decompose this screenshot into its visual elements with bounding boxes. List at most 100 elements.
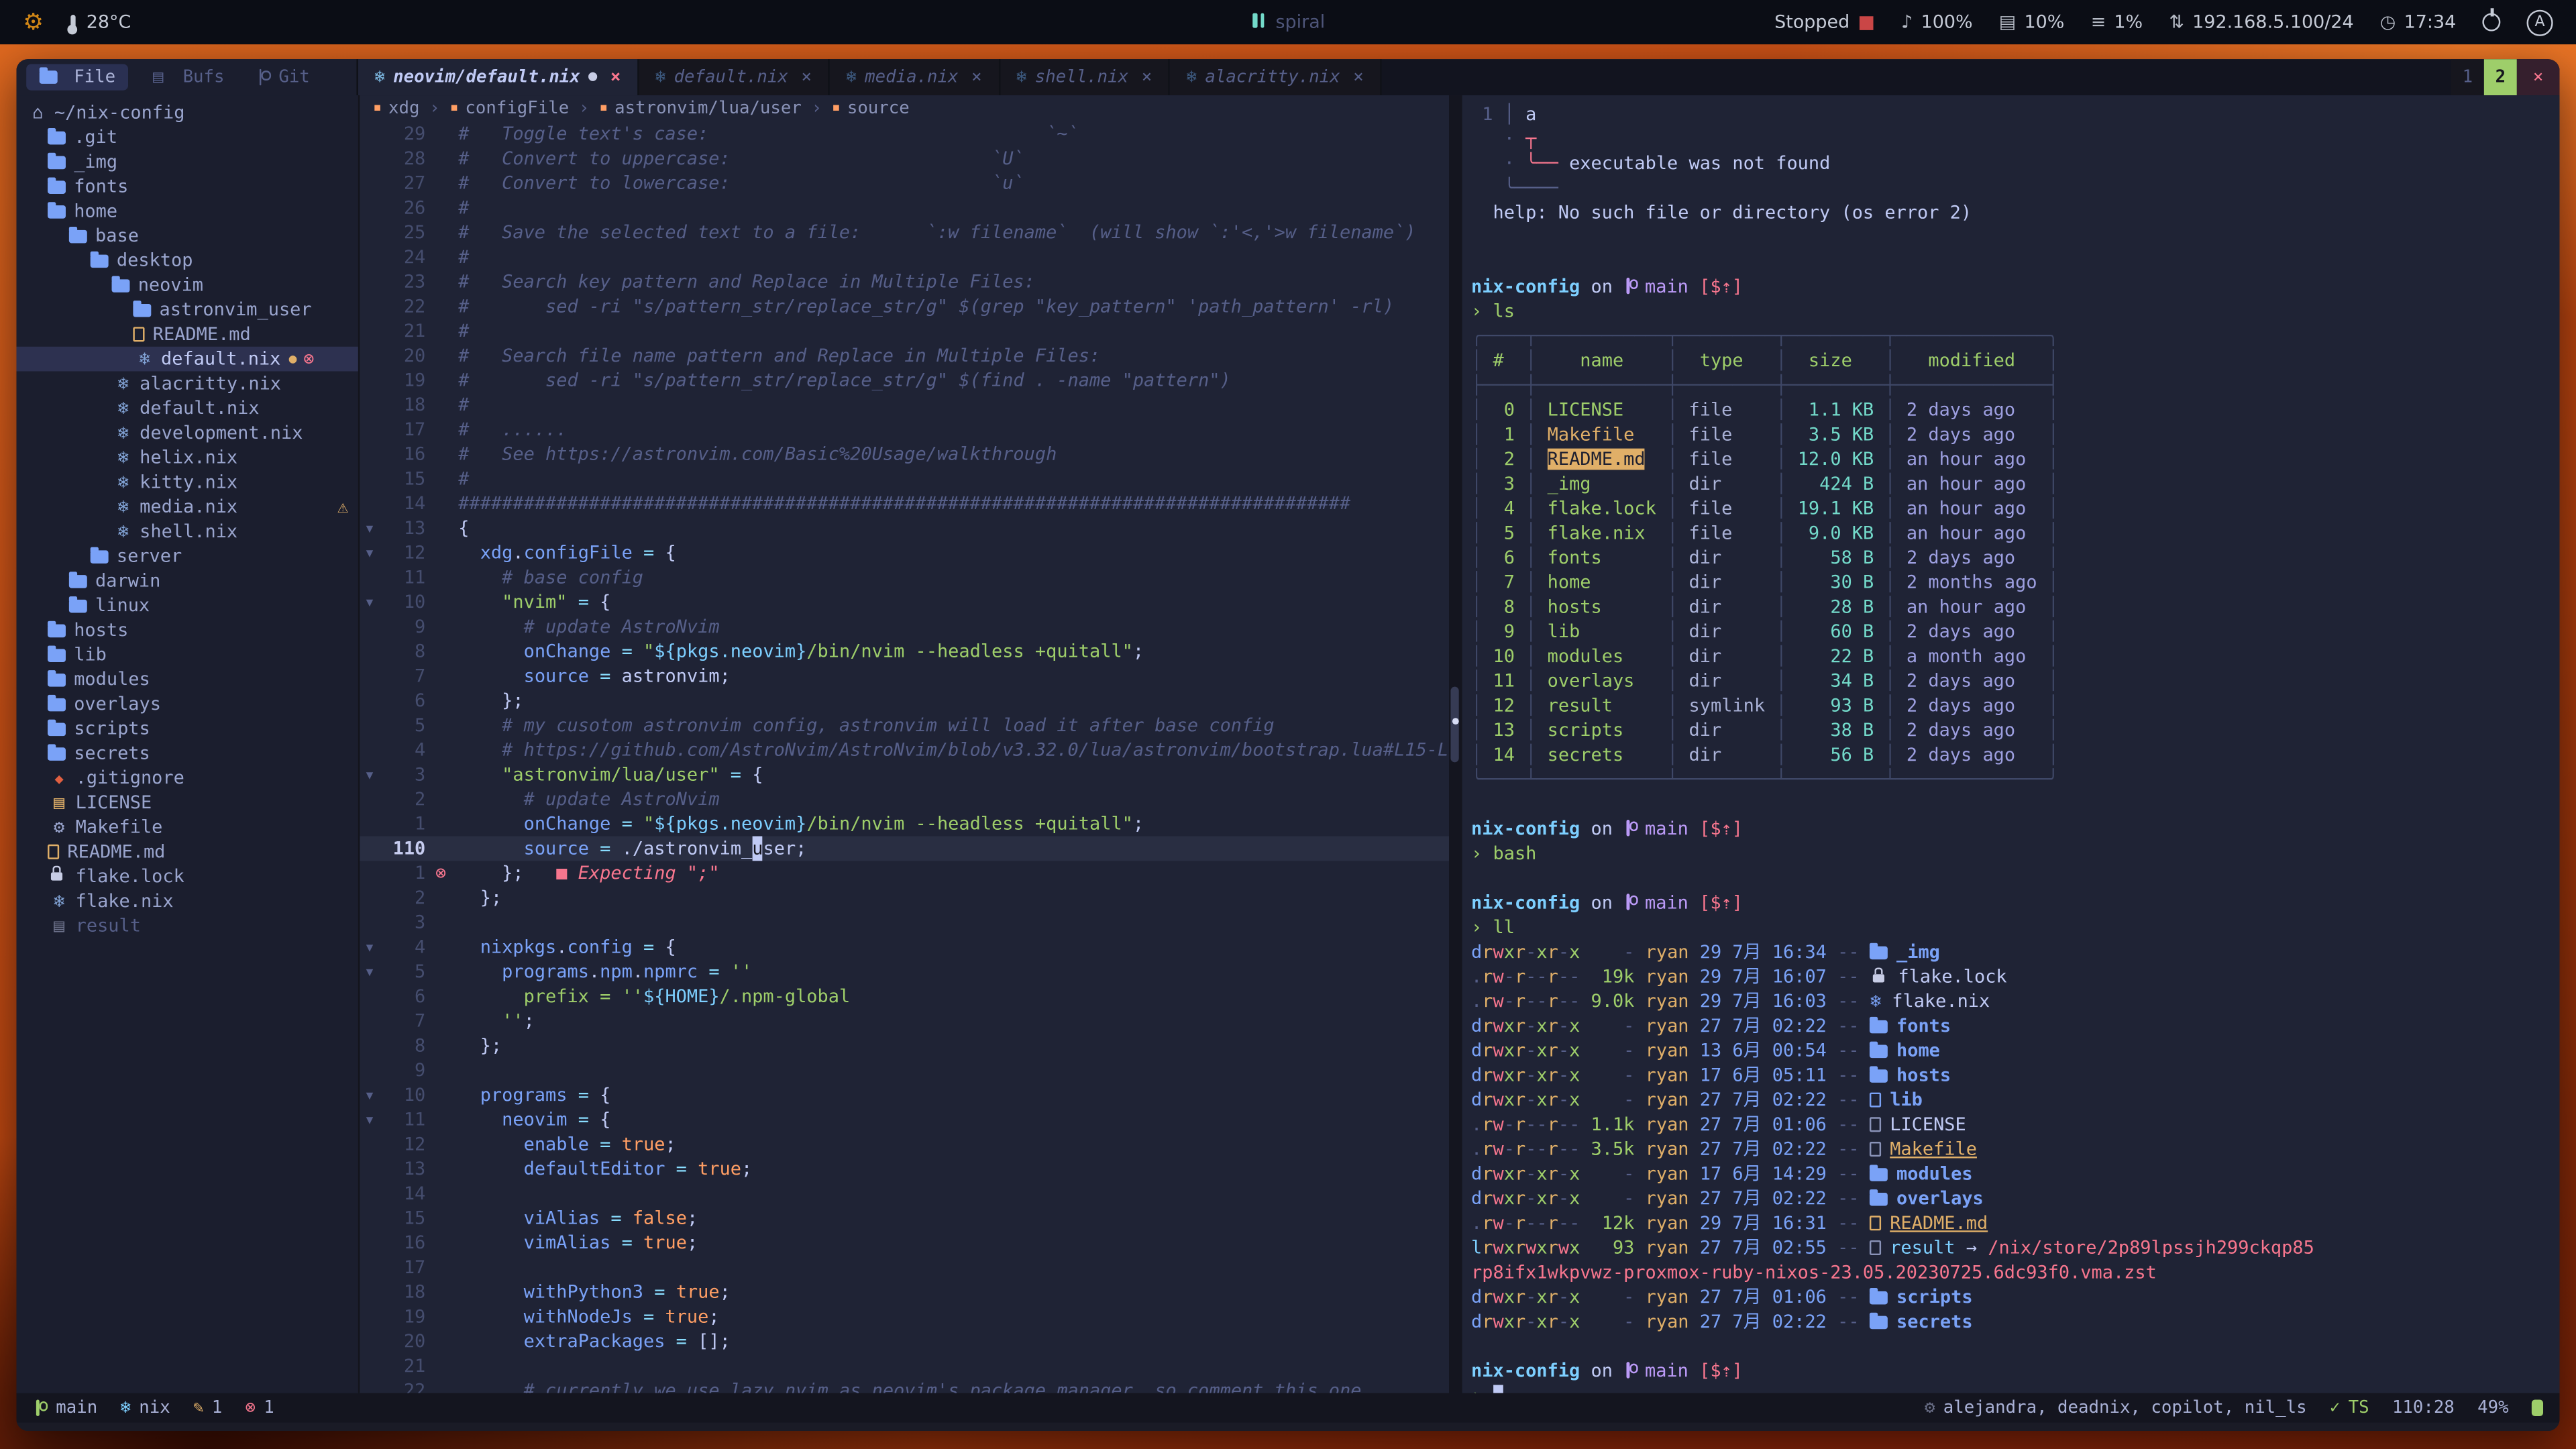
editor-line[interactable]: 14: [360, 1181, 1448, 1206]
tree-item-helix.nix[interactable]: helix.nix: [16, 445, 358, 470]
editor-line[interactable]: 1⊗ }; ■ Expecting ";": [360, 861, 1448, 885]
buffer-tab-alacritty.nix[interactable]: ❄alacritty.nix×: [1170, 59, 1382, 95]
editor-line[interactable]: ▾13{: [360, 516, 1448, 541]
buffer-tab-neovim/default.nix[interactable]: ❄neovim/default.nix●×: [358, 59, 639, 95]
editor-line[interactable]: 7 '';: [360, 1009, 1448, 1034]
breadcrumb-item-xdg[interactable]: ▪xdg: [373, 99, 420, 118]
editor-line[interactable]: 110 source = ./astronvim_user;: [360, 837, 1448, 861]
editor-line[interactable]: 25# Save the selected text to a file: `:…: [360, 220, 1448, 245]
editor-line[interactable]: 20 extraPackages = [];: [360, 1329, 1448, 1354]
cpu-widget[interactable]: ≡1%: [2091, 11, 2143, 33]
recording-status[interactable]: Stopped■: [1774, 11, 1875, 33]
editor-line[interactable]: 21: [360, 1354, 1448, 1379]
volume-widget[interactable]: ♪100%: [1901, 11, 1972, 33]
editor-line[interactable]: 19# sed -ri "s/pattern_str/replace_str/g…: [360, 368, 1448, 393]
editor-line[interactable]: 16 vimAlias = true;: [360, 1230, 1448, 1255]
breadcrumb-item-configFile[interactable]: ▪configFile: [449, 99, 569, 118]
editor-line[interactable]: 21#: [360, 319, 1448, 343]
tree-item-base[interactable]: base: [16, 223, 358, 248]
editor-buffer[interactable]: 29# Toggle text's case: `~` 28# Convert …: [360, 121, 1448, 1393]
editor-line[interactable]: 9: [360, 1058, 1448, 1083]
editor-line[interactable]: ▾5 programs.npm.npmrc = '': [360, 959, 1448, 984]
tree-item-flake.lock[interactable]: flake.lock: [16, 864, 358, 889]
tree-item-README.md[interactable]: README.md: [16, 322, 358, 347]
editor-line[interactable]: 22 # currently we use lazy.nvim as neovi…: [360, 1379, 1448, 1393]
fold-icon[interactable]: ▾: [360, 1108, 379, 1132]
buffer-tab-shell.nix[interactable]: ❄shell.nix×: [1000, 59, 1171, 95]
tree-item-modules[interactable]: modules: [16, 667, 358, 692]
close-buffer-button[interactable]: ×: [971, 67, 981, 87]
tree-item-.git[interactable]: .git: [16, 125, 358, 150]
tree-item-README.md[interactable]: README.md: [16, 839, 358, 864]
editor-line[interactable]: 24#: [360, 245, 1448, 270]
tree-item-home[interactable]: home: [16, 199, 358, 223]
editor-line[interactable]: 15#: [360, 467, 1448, 492]
editor-line[interactable]: ▾4 nixpkgs.config = {: [360, 934, 1448, 959]
media-widget[interactable]: spiral: [1251, 11, 1325, 33]
terminal-pane[interactable]: 1 │ a · ┬ · ╰── executable was not found…: [1461, 95, 2559, 1393]
fold-icon[interactable]: ▾: [360, 590, 379, 614]
editor-pane[interactable]: ▪xdg›▪configFile›▪astronvim/lua/user›▪so…: [360, 95, 1448, 1393]
tree-item-Makefile[interactable]: Makefile: [16, 815, 358, 840]
keyboard-layout[interactable]: A: [2527, 9, 2553, 35]
fold-icon[interactable]: ▾: [360, 516, 379, 541]
tree-item-default.nix[interactable]: default.nix●⊗: [16, 347, 358, 372]
close-buffer-button[interactable]: ×: [1353, 67, 1363, 87]
editor-line[interactable]: 20# Search file name pattern and Replace…: [360, 343, 1448, 368]
tree-item-result[interactable]: result: [16, 914, 358, 938]
breadcrumb-item-source[interactable]: ▪source: [832, 99, 910, 118]
editor-scrollbar[interactable]: [1448, 95, 1462, 1393]
fold-icon[interactable]: ▾: [360, 934, 379, 959]
editor-line[interactable]: 8 onChange = "${pkgs.neovim}/bin/nvim --…: [360, 639, 1448, 664]
editor-line[interactable]: ▾11 neovim = {: [360, 1108, 1448, 1132]
editor-line[interactable]: 18 withPython3 = true;: [360, 1280, 1448, 1305]
editor-line[interactable]: ▾12 xdg.configFile = {: [360, 541, 1448, 566]
editor-line[interactable]: 2 # update AstroNvim: [360, 787, 1448, 812]
close-buffer-button[interactable]: ×: [801, 67, 811, 87]
breadcrumb-item-astronvim/lua/user[interactable]: ▪astronvim/lua/user: [599, 99, 802, 118]
error-count[interactable]: ⊗1: [246, 1398, 274, 1417]
nixos-menu-button[interactable]: ⚙: [23, 9, 44, 35]
tree-item-lib[interactable]: lib: [16, 643, 358, 667]
editor-line[interactable]: 8 };: [360, 1033, 1448, 1058]
fold-icon[interactable]: ▾: [360, 959, 379, 984]
editor-line[interactable]: 29# Toggle text's case: `~`: [360, 121, 1448, 146]
close-window-button[interactable]: ×: [2517, 59, 2560, 95]
editor-line[interactable]: 5 # my cusotom astronvim config, astronv…: [360, 713, 1448, 738]
tree-item-default.nix[interactable]: default.nix: [16, 396, 358, 421]
editor-line[interactable]: 26#: [360, 195, 1448, 220]
modified-count[interactable]: ✎1: [193, 1398, 222, 1417]
tree-source-tab-git[interactable]: Git: [242, 64, 323, 91]
editor-line[interactable]: 1 onChange = "${pkgs.neovim}/bin/nvim --…: [360, 812, 1448, 837]
editor-line[interactable]: 9 # update AstroNvim: [360, 614, 1448, 639]
editor-line[interactable]: 3: [360, 910, 1448, 935]
tree-item-linux[interactable]: linux: [16, 593, 358, 618]
tree-item-flake.nix[interactable]: flake.nix: [16, 889, 358, 914]
tree-item-_img[interactable]: _img: [16, 150, 358, 174]
fold-icon[interactable]: ▾: [360, 762, 379, 787]
tree-item-LICENSE[interactable]: LICENSE: [16, 790, 358, 815]
tree-item-kitty.nix[interactable]: kitty.nix: [16, 470, 358, 494]
tree-item-darwin[interactable]: darwin: [16, 568, 358, 593]
git-branch[interactable]: main: [33, 1398, 97, 1417]
tree-item-hosts[interactable]: hosts: [16, 618, 358, 643]
tree-item-shell.nix[interactable]: shell.nix: [16, 519, 358, 544]
fold-icon[interactable]: ▾: [360, 541, 379, 566]
editor-line[interactable]: ▾3 "astronvim/lua/user" = {: [360, 762, 1448, 787]
clock-widget[interactable]: ◷17:34: [2380, 11, 2456, 33]
fold-icon[interactable]: ▾: [360, 1083, 379, 1108]
editor-line[interactable]: 23# Search key pattern and Replace in Mu…: [360, 270, 1448, 294]
editor-line[interactable]: 11 # base config: [360, 565, 1448, 590]
tree-item-scripts[interactable]: scripts: [16, 716, 358, 741]
tree-item-overlays[interactable]: overlays: [16, 692, 358, 716]
tree-item-fonts[interactable]: fonts: [16, 174, 358, 199]
editor-line[interactable]: 6 prefix = ''${HOME}/.npm-global: [360, 984, 1448, 1009]
buffer-tab-default.nix[interactable]: ❄default.nix×: [639, 59, 830, 95]
editor-line[interactable]: 12 enable = true;: [360, 1132, 1448, 1157]
close-buffer-button[interactable]: ×: [1142, 67, 1152, 87]
tree-item-secrets[interactable]: secrets: [16, 741, 358, 765]
editor-line[interactable]: 17# ......: [360, 417, 1448, 442]
editor-line[interactable]: 28# Convert to uppercase: `U`: [360, 146, 1448, 171]
close-buffer-button[interactable]: ×: [610, 67, 621, 87]
tree-item-development.nix[interactable]: development.nix: [16, 421, 358, 445]
